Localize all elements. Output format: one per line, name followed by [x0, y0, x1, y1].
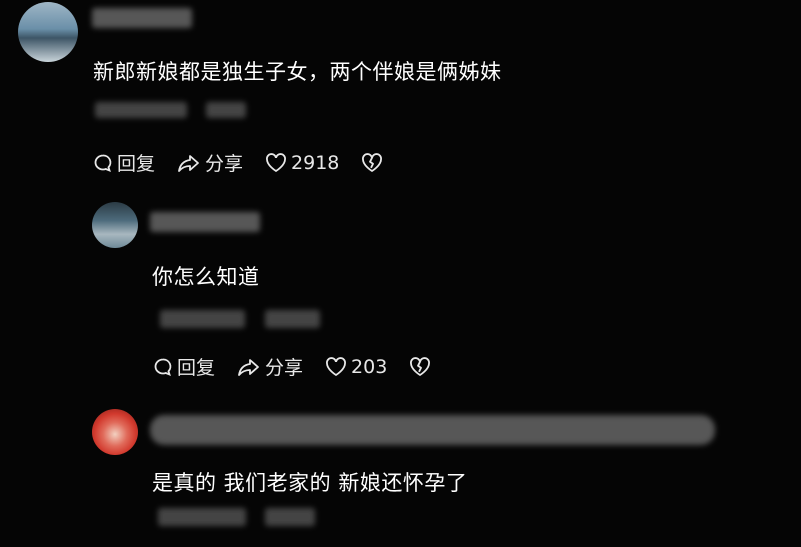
share-arrow-icon	[238, 358, 259, 376]
meta-redacted	[265, 310, 320, 328]
reply-label: 回复	[177, 357, 216, 379]
meta-redacted	[160, 310, 245, 328]
like-button[interactable]: 203	[325, 356, 387, 378]
comment-text: 新郎新娘都是独生子女，两个伴娘是俩姊妹	[93, 60, 502, 84]
share-button[interactable]: 分享	[237, 353, 303, 380]
reply-button[interactable]: 回复	[93, 149, 155, 176]
username-redacted	[92, 8, 192, 28]
comment-bubble-icon	[94, 154, 112, 172]
share-label: 分享	[265, 357, 304, 379]
comment-text: 你怎么知道	[152, 265, 260, 289]
dislike-button[interactable]	[361, 152, 387, 173]
broken-heart-icon	[410, 356, 431, 376]
like-count: 2918	[291, 151, 340, 174]
heart-icon	[326, 356, 346, 376]
reply-button[interactable]: 回复	[153, 353, 215, 380]
comment-text: 是真的 我们老家的 新娘还怀孕了	[152, 471, 468, 495]
username-redacted	[150, 415, 715, 445]
avatar[interactable]	[18, 2, 78, 62]
avatar[interactable]	[92, 409, 138, 455]
avatar[interactable]	[92, 202, 138, 248]
broken-heart-icon	[362, 152, 383, 172]
meta-redacted	[158, 508, 246, 526]
comment-bubble-icon	[154, 358, 172, 376]
comment-3: 是真的 我们老家的 新娘还怀孕了	[0, 395, 801, 547]
comment-actions: 回复 分享 2918	[93, 149, 409, 176]
like-button[interactable]: 2918	[265, 152, 339, 174]
meta-redacted	[95, 102, 187, 118]
comment-actions: 回复 分享 203	[153, 353, 457, 380]
comment-2: 你怎么知道 回复 分享 203	[0, 190, 801, 390]
meta-redacted	[206, 102, 246, 118]
comment-1: 新郎新娘都是独生子女，两个伴娘是俩姊妹 回复 分享 2918	[0, 0, 801, 190]
reply-label: 回复	[117, 153, 156, 175]
heart-icon	[266, 152, 286, 172]
dislike-button[interactable]	[409, 356, 435, 377]
share-arrow-icon	[178, 154, 199, 172]
meta-redacted	[265, 508, 315, 526]
username-redacted	[150, 212, 260, 232]
share-button[interactable]: 分享	[177, 149, 243, 176]
share-label: 分享	[205, 153, 244, 175]
like-count: 203	[351, 355, 388, 378]
